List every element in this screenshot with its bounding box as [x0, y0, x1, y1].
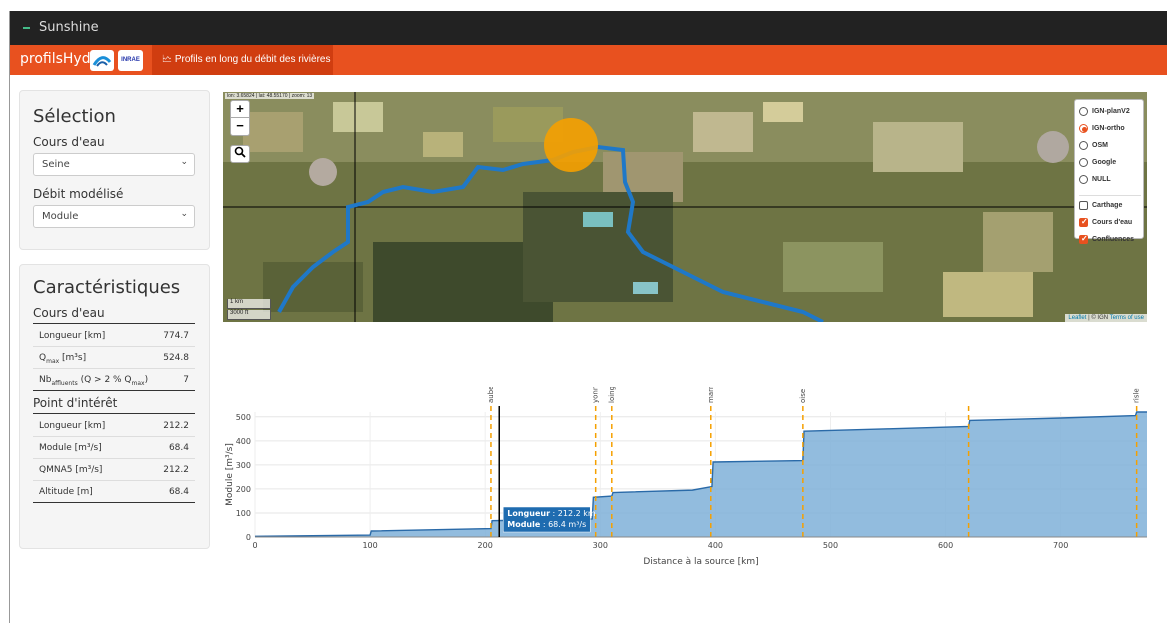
- table-row: QMNA5 [m³/s] 212.2: [33, 459, 195, 481]
- selection-panel: Sélection Cours d'eau Seine ⌄ Débit modé…: [19, 90, 210, 250]
- confluence-label: yonne: [592, 387, 600, 403]
- confluence-label: risle: [1133, 388, 1141, 403]
- tab-profils-label: Profils en long du débit des rivières: [174, 54, 331, 65]
- layer-separator: [1079, 195, 1141, 196]
- river-label: Cours d'eau: [33, 135, 105, 149]
- river-select[interactable]: Seine ⌄: [33, 153, 195, 176]
- characteristics-panel: Caractéristiques Cours d'eau Longueur [k…: [19, 264, 210, 549]
- confluence-label: loing: [608, 387, 616, 403]
- x-tick-label: 300: [593, 541, 608, 550]
- row-value: 212.2: [163, 465, 189, 475]
- leaflet-link[interactable]: Leaflet: [1068, 315, 1086, 321]
- hydro-logo-icon: [90, 50, 114, 71]
- flow-select[interactable]: Module ⌄: [33, 205, 195, 228]
- row-key: Nbaffluents (Q > 2 % Qmax): [39, 375, 149, 387]
- row-value: 212.2: [163, 421, 189, 431]
- river-section-title: Cours d'eau: [33, 306, 195, 324]
- row-key: Longueur [km]: [39, 421, 106, 431]
- row-key: Qmax [m³s]: [39, 353, 87, 365]
- y-tick-label: 0: [246, 533, 251, 542]
- characteristics-heading: Caractéristiques: [33, 277, 181, 298]
- confluence-label: oise: [799, 389, 807, 403]
- discharge-area: [255, 412, 1147, 537]
- table-row: Longueur [km] 774.7: [33, 325, 195, 347]
- selection-heading: Sélection: [33, 106, 116, 127]
- x-axis-label: Distance à la source [km]: [643, 557, 758, 567]
- terms-link[interactable]: Terms of use: [1110, 315, 1144, 321]
- table-row: Longueur [km] 212.2: [33, 415, 195, 437]
- x-tick-label: 400: [708, 541, 723, 550]
- x-tick-label: 200: [478, 541, 493, 550]
- zoom-in-button[interactable]: +: [230, 100, 250, 118]
- river-select-value: Seine: [42, 159, 70, 170]
- map-search-button[interactable]: [230, 145, 250, 163]
- row-value: 68.4: [168, 487, 189, 497]
- map-view[interactable]: lon: 3.65824 | lat: 48.55170 | zoom: 13 …: [223, 92, 1147, 322]
- tooltip-line-1: Longueur : 212.2 km: [507, 509, 596, 518]
- table-row: Altitude [m] 68.4: [33, 481, 195, 503]
- discharge-profile-chart[interactable]: 0 100 200 300 400 500 0 100 200 300 400 500 600 700 au…: [223, 387, 1147, 572]
- row-value: 7: [183, 375, 189, 385]
- app-window: Sunshine profilsHydro INRAE 🗠 Profils en…: [9, 11, 1167, 623]
- scale-ft: 3000 ft: [227, 310, 271, 320]
- x-tick-label: 600: [938, 541, 953, 550]
- map-scale: 1 km 3000 ft: [227, 299, 271, 321]
- inrae-logo: INRAE: [118, 50, 143, 71]
- row-value: 68.4: [168, 443, 189, 453]
- y-tick-label: 500: [236, 413, 251, 422]
- row-key: Longueur [km]: [39, 331, 106, 341]
- layer-control: IGN-planV2 IGN-ortho OSM Google NULL Car…: [1074, 99, 1144, 244]
- y-tick-label: 100: [236, 509, 251, 518]
- tab-profils[interactable]: 🗠 Profils en long du débit des rivières: [152, 45, 333, 75]
- confluence-label: marne: [707, 387, 715, 403]
- app-title: Sunshine: [39, 20, 99, 35]
- confluence-label: aube: [487, 387, 495, 403]
- search-icon: [234, 146, 246, 158]
- flow-label: Débit modélisé: [33, 187, 124, 201]
- zoom-out-button[interactable]: −: [230, 118, 250, 136]
- y-tick-label: 400: [236, 437, 251, 446]
- navbar: profilsHydro INRAE 🗠 Profils en long du …: [10, 45, 1167, 75]
- map-attribution: Leaflet | © IGN Terms of use: [1065, 314, 1147, 322]
- flow-select-value: Module: [42, 211, 79, 222]
- app-logo-icon: [23, 27, 30, 29]
- line-chart-icon: 🗠: [162, 54, 173, 65]
- tooltip-line-2: Module : 68.4 m³/s: [507, 520, 586, 529]
- row-key: Module [m³/s]: [39, 443, 102, 453]
- table-row: Nbaffluents (Q > 2 % Qmax) 7: [33, 369, 195, 391]
- x-tick-label: 0: [252, 541, 257, 550]
- chevron-down-icon: ⌄: [180, 209, 188, 219]
- x-tick-label: 100: [362, 541, 377, 550]
- y-axis-label: Module [m³/s]: [225, 443, 235, 506]
- row-key: Altitude [m]: [39, 487, 93, 497]
- scale-km: 1 km: [227, 299, 271, 309]
- y-tick-label: 200: [236, 485, 251, 494]
- poi-table: Longueur [km] 212.2 Module [m³/s] 68.4 QMN…: [33, 415, 195, 503]
- row-value: 524.8: [163, 353, 189, 363]
- table-row: Module [m³/s] 68.4: [33, 437, 195, 459]
- chevron-down-icon: ⌄: [180, 157, 188, 167]
- row-value: 774.7: [163, 331, 189, 341]
- map-coordinates: lon: 3.65824 | lat: 48.55170 | zoom: 13: [225, 93, 315, 99]
- table-row: Qmax [m³s] 524.8: [33, 347, 195, 369]
- river-table: Longueur [km] 774.7 Qmax [m³s] 524.8 Nba…: [33, 325, 195, 391]
- x-tick-label: 700: [1053, 541, 1068, 550]
- poi-section-title: Point d'intérêt: [33, 396, 195, 414]
- title-bar: Sunshine: [10, 11, 1167, 45]
- row-key: QMNA5 [m³/s]: [39, 465, 103, 475]
- aerial-imagery: [223, 92, 1147, 322]
- y-tick-label: 300: [236, 461, 251, 470]
- x-tick-label: 500: [823, 541, 838, 550]
